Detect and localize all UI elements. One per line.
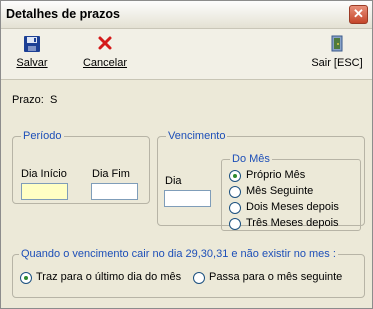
option-label: Próprio Mês xyxy=(246,169,306,181)
option-label: Passa para o mês seguinte xyxy=(209,271,343,283)
dia-inicio-input[interactable] xyxy=(21,183,68,200)
dia-fim-input[interactable] xyxy=(91,183,138,200)
dialog-window: Detalhes de prazos ✕ Salvar Cancelar Sai… xyxy=(0,0,373,309)
prazo-value: S xyxy=(50,94,58,106)
radio-proprio-mes[interactable] xyxy=(229,170,241,182)
periodo-group: Período Dia Início Dia Fim xyxy=(12,130,150,204)
floppy-disk-icon xyxy=(24,36,40,52)
option-label: Mês Seguinte xyxy=(246,185,314,197)
title-bar[interactable]: Detalhes de prazos ✕ xyxy=(1,1,372,29)
exit-door-icon xyxy=(331,35,343,52)
radio-tres-meses[interactable] xyxy=(229,218,241,230)
option-label: Traz para o último dia do mês xyxy=(36,271,182,283)
vencimento-legend: Vencimento xyxy=(168,130,226,142)
radio-mes-seguinte-2[interactable] xyxy=(193,272,205,284)
do-mes-legend: Do Mês xyxy=(232,153,270,165)
periodo-legend: Período xyxy=(23,130,62,142)
exit-label: Sair [ESC] xyxy=(311,57,363,69)
option-label: Dois Meses depois xyxy=(246,201,339,213)
dia-inexistente-legend: Quando o vencimento cair no dia 29,30,31… xyxy=(21,248,336,260)
dia-inexistente-group: Quando o vencimento cair no dia 29,30,31… xyxy=(12,248,365,298)
cancel-label: Cancelar xyxy=(82,57,128,69)
radio-mes-seguinte[interactable] xyxy=(229,186,241,198)
dia-label: Dia xyxy=(165,175,182,187)
save-button[interactable]: Salvar xyxy=(15,35,49,69)
option-label: Três Meses depois xyxy=(246,217,339,229)
toolbar: Salvar Cancelar Sair [ESC] xyxy=(1,29,372,80)
close-button[interactable]: ✕ xyxy=(349,5,368,24)
save-label: Salvar xyxy=(16,57,48,69)
dia-input[interactable] xyxy=(164,190,211,207)
vencimento-group: Vencimento Dia Do Mês Próprio Mês Mês Se… xyxy=(157,130,365,231)
exit-button[interactable]: Sair [ESC] xyxy=(309,35,365,69)
red-x-icon xyxy=(98,36,112,50)
dia-inicio-label: Dia Início xyxy=(21,168,67,180)
close-icon: ✕ xyxy=(353,6,364,21)
radio-dois-meses[interactable] xyxy=(229,202,241,214)
do-mes-group: Do Mês Próprio Mês Mês Seguinte Dois Mes… xyxy=(221,153,361,231)
radio-ultimo-dia[interactable] xyxy=(20,272,32,284)
dialog-content: Prazo: S Período Dia Início Dia Fim Venc… xyxy=(1,80,372,308)
cancel-button[interactable]: Cancelar xyxy=(81,35,129,69)
dia-fim-label: Dia Fim xyxy=(92,168,130,180)
prazo-label: Prazo: xyxy=(12,94,44,106)
window-title: Detalhes de prazos xyxy=(6,7,120,21)
